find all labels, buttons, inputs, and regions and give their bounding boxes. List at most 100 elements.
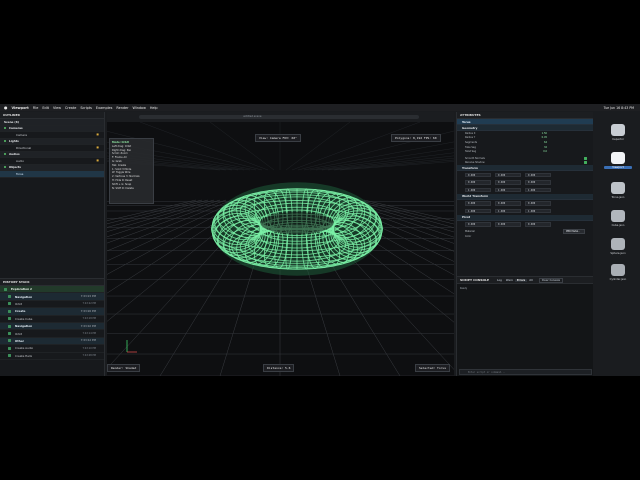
y-field[interactable]: 0.000 bbox=[495, 180, 521, 185]
distance-label: Distance: 5.6 bbox=[263, 364, 295, 372]
z-field[interactable]: 1.000 bbox=[525, 187, 551, 193]
x-field[interactable]: 0.000 bbox=[465, 201, 491, 206]
dock-label: Viewport bbox=[604, 166, 632, 169]
dock-label: Sphere.json bbox=[610, 252, 626, 255]
menu-file[interactable]: File bbox=[33, 106, 39, 110]
menu-help[interactable]: Help bbox=[150, 106, 158, 110]
tree-row-torus[interactable]: Torus bbox=[0, 171, 104, 178]
render-mode-label[interactable]: Render: Shaded bbox=[107, 364, 141, 372]
dock-item-cube-json[interactable]: Cube.json bbox=[604, 210, 632, 227]
x-field[interactable]: 0.000 bbox=[465, 180, 491, 185]
history-row[interactable]: Navigation 7:43:16 PM bbox=[0, 322, 104, 331]
history-label: Create bbox=[15, 309, 26, 314]
dock-item-torus-json[interactable]: Torus.json bbox=[604, 182, 632, 199]
attributes-title: ATTRIBUTES bbox=[460, 113, 481, 117]
history-time: 7:43:20 PM bbox=[80, 309, 96, 313]
history-label: Create Cube bbox=[15, 316, 33, 321]
dock-item-sphere-json[interactable]: Sphere.json bbox=[604, 238, 632, 255]
dock-item-cylinder-json[interactable]: Cylinder.json bbox=[604, 264, 632, 281]
outliner-header: OUTLINER bbox=[0, 112, 104, 119]
history-label: Other bbox=[15, 338, 24, 343]
cylinder-file-icon bbox=[611, 264, 625, 276]
dock-item-viewport[interactable]: Viewport bbox=[604, 152, 632, 169]
attr-label: Radius Y bbox=[465, 136, 476, 140]
light-icon: ■ bbox=[96, 146, 99, 150]
console-tab-warn[interactable]: Warn bbox=[504, 279, 515, 282]
view-camera-label: View: Camera FOV: 60° bbox=[255, 134, 301, 142]
menu-render[interactable]: Render bbox=[116, 106, 128, 110]
x-field[interactable]: 1.000 bbox=[465, 187, 491, 193]
history-label: Create Audio bbox=[15, 346, 34, 351]
x-field[interactable]: 1.000 bbox=[465, 208, 491, 214]
dock-label: Cylinder.json bbox=[609, 278, 627, 281]
history-label: Exploration 2 bbox=[11, 287, 32, 292]
console-tab-log[interactable]: Log bbox=[495, 279, 504, 282]
tree-label: Torus bbox=[16, 171, 24, 176]
checkbox-icon[interactable] bbox=[584, 156, 587, 160]
z-field[interactable]: 0.000 bbox=[525, 222, 551, 227]
history-row[interactable]: Navigation 7:43:24 PM bbox=[0, 293, 104, 301]
attr-value[interactable]: 0.0 bbox=[543, 150, 547, 153]
other-icon bbox=[8, 339, 11, 343]
attr-twist-seg[interactable]: Twist Seg 0.0 bbox=[457, 149, 593, 154]
history-row[interactable]: Orbit 7:43:22 PM bbox=[0, 301, 104, 309]
3d-viewport[interactable]: untitled.scene Mode: Orbit Left drag: Or… bbox=[107, 112, 454, 376]
z-field[interactable]: 0.000 bbox=[525, 180, 551, 185]
history-row[interactable]: Exploration 2 bbox=[0, 286, 104, 294]
clear-console-button[interactable]: Clear Console bbox=[538, 277, 564, 283]
history-label: Navigation bbox=[15, 294, 33, 299]
console-input[interactable]: Enter script or command... bbox=[459, 369, 592, 375]
x-field[interactable]: 0.000 bbox=[465, 222, 491, 227]
z-field[interactable]: 1.000 bbox=[525, 208, 551, 214]
history-row[interactable]: Create Audio 7:43:10 PM bbox=[0, 345, 104, 353]
attr-value[interactable]: 32 bbox=[544, 146, 547, 149]
attr-value[interactable]: 1.50 bbox=[542, 132, 547, 135]
section-label: World Transform bbox=[462, 194, 489, 199]
torus-hole bbox=[260, 211, 334, 235]
section-label: Pivot bbox=[462, 215, 471, 220]
folder-icon bbox=[4, 140, 6, 143]
history-time: 7:43:12 PM bbox=[80, 339, 96, 343]
viewport-address-bar: untitled.scene bbox=[139, 115, 419, 119]
menu-app-name[interactable]: Viewport bbox=[12, 106, 29, 110]
console-tab-all[interactable]: All bbox=[527, 279, 535, 282]
history-row[interactable]: Create 7:43:20 PM bbox=[0, 308, 104, 316]
attr-label: Material bbox=[465, 229, 475, 233]
dock-item-inspector[interactable]: Inspector bbox=[604, 124, 632, 141]
attr-label: Twist Seg bbox=[465, 150, 477, 154]
x-field[interactable]: 0.000 bbox=[465, 172, 491, 178]
console-tab-errors[interactable]: Errors bbox=[514, 278, 528, 282]
orbit-icon bbox=[8, 332, 11, 336]
section-label: Transform bbox=[462, 165, 478, 170]
menu-view[interactable]: View bbox=[53, 106, 61, 110]
y-field[interactable]: 0.000 bbox=[495, 172, 521, 178]
attr-value[interactable]: 64 bbox=[544, 141, 547, 144]
y-field[interactable]: 1.000 bbox=[495, 208, 521, 214]
attr-value[interactable]: 0.45 bbox=[542, 136, 547, 139]
history-row[interactable]: Orbit 7:43:14 PM bbox=[0, 330, 104, 338]
checkbox-icon[interactable] bbox=[584, 161, 587, 165]
history-row[interactable]: Create Helix 7:43:08 PM bbox=[0, 353, 104, 360]
menu-edit[interactable]: Edit bbox=[42, 106, 49, 110]
menu-examples[interactable]: Examples bbox=[96, 106, 112, 110]
outliner-panel: OUTLINER Scene (6) Cameras Camera ■ Light… bbox=[0, 112, 105, 282]
z-field[interactable]: 0.000 bbox=[525, 172, 551, 178]
menu-scripts[interactable]: Scripts bbox=[80, 106, 92, 110]
polygons-fps-label: Polygons: 8,192 FPS: 60 bbox=[391, 134, 441, 142]
attributes-header: ATTRIBUTES bbox=[457, 112, 593, 119]
color-row[interactable]: Color bbox=[457, 234, 593, 239]
folder-icon bbox=[4, 127, 6, 130]
navigation-icon bbox=[8, 324, 11, 328]
menu-window[interactable]: Window bbox=[132, 106, 145, 110]
history-row[interactable]: Other 7:43:12 PM bbox=[0, 337, 104, 346]
apple-icon[interactable]: ● bbox=[4, 105, 8, 110]
menu-create[interactable]: Create bbox=[65, 106, 76, 110]
y-field[interactable]: 0.000 bbox=[495, 201, 521, 206]
y-field[interactable]: 0.000 bbox=[495, 222, 521, 227]
branch-icon bbox=[4, 287, 7, 291]
y-field[interactable]: 1.000 bbox=[495, 187, 521, 193]
scene-canvas[interactable] bbox=[107, 122, 454, 376]
history-row[interactable]: Create Cube 7:43:18 PM bbox=[0, 316, 104, 323]
material-select[interactable]: PBR Metal.. bbox=[563, 228, 585, 234]
z-field[interactable]: 0.000 bbox=[525, 201, 551, 206]
